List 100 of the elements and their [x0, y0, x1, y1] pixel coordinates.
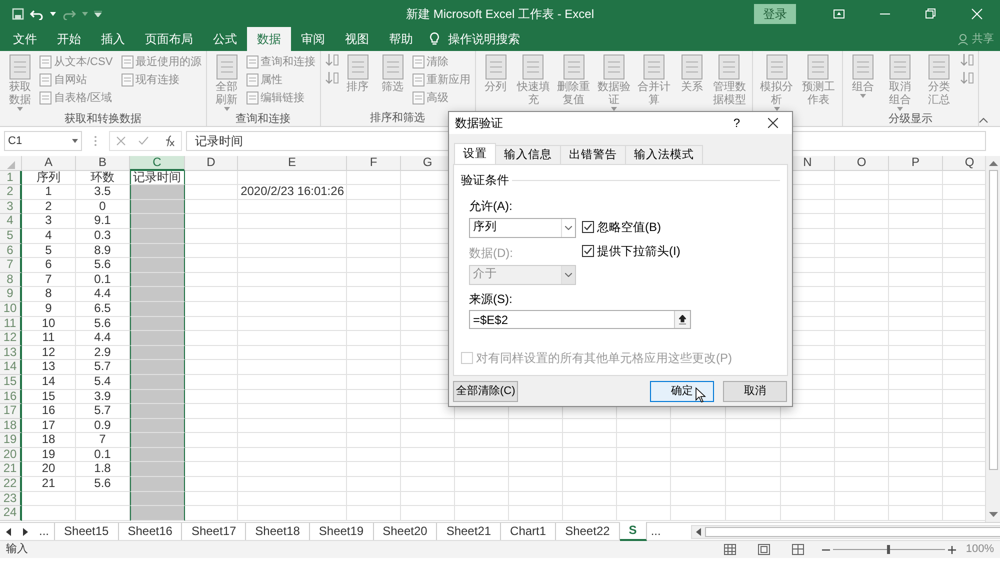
- ribbon-tab[interactable]: 开始: [47, 27, 91, 51]
- restore-icon[interactable]: [925, 8, 937, 20]
- sign-in-button[interactable]: 登录: [754, 4, 796, 24]
- scroll-down-icon[interactable]: [988, 512, 998, 518]
- row-header[interactable]: 5: [0, 228, 22, 244]
- ribbon-tab[interactable]: 页面布局: [135, 27, 203, 51]
- ribbon-button[interactable]: 现有连接: [120, 71, 202, 89]
- ribbon-button[interactable]: 删除重复值: [554, 53, 592, 107]
- ribbon-button[interactable]: 清除: [412, 53, 471, 71]
- row-header[interactable]: 12: [0, 331, 22, 346]
- column-header[interactable]: P: [889, 156, 943, 171]
- ribbon-tab[interactable]: 帮助: [379, 27, 423, 51]
- ribbon-button[interactable]: 自表格/区域: [39, 89, 113, 107]
- person-icon[interactable]: [958, 34, 969, 44]
- ribbon-button[interactable]: 编辑链接: [246, 89, 316, 107]
- row-header[interactable]: 23: [0, 492, 22, 506]
- column-header[interactable]: F: [347, 156, 401, 171]
- ribbon-tab[interactable]: 审阅: [291, 27, 335, 51]
- row-header[interactable]: 6: [0, 244, 22, 258]
- row-header[interactable]: 4: [0, 214, 22, 229]
- ribbon-button[interactable]: 最近使用的源: [120, 53, 202, 71]
- column-header[interactable]: Q: [943, 156, 985, 171]
- row-header[interactable]: 21: [0, 462, 22, 478]
- ribbon-tab[interactable]: 数据: [247, 27, 291, 51]
- range-select-button[interactable]: [674, 311, 690, 328]
- ribbon-button[interactable]: 合并计算: [636, 53, 673, 107]
- name-box[interactable]: C1: [4, 131, 82, 151]
- row-header[interactable]: 1: [0, 170, 22, 186]
- normal-view-icon[interactable]: [724, 544, 736, 555]
- sort-icon[interactable]: [324, 53, 339, 67]
- ribbon-button[interactable]: 关系: [676, 53, 708, 94]
- ribbon-button[interactable]: 全部刷新: [210, 53, 243, 111]
- slider-thumb[interactable]: [887, 545, 890, 554]
- ribbon-button[interactable]: 取消组合: [882, 53, 918, 111]
- checkbox[interactable]: [582, 245, 594, 257]
- ribbon-button[interactable]: 排序: [342, 53, 374, 94]
- ribbon-button[interactable]: 快速填充: [514, 53, 552, 107]
- sort-icon[interactable]: [960, 53, 974, 67]
- close-icon[interactable]: [768, 118, 778, 128]
- save-icon[interactable]: [12, 8, 24, 20]
- ribbon-tab[interactable]: 插入: [91, 27, 135, 51]
- ribbon-button[interactable]: 数据验证: [595, 53, 633, 111]
- more-sheets-button[interactable]: ...: [646, 523, 665, 540]
- page-break-icon[interactable]: [792, 544, 804, 555]
- row-header[interactable]: 9: [0, 287, 22, 302]
- checkbox[interactable]: [582, 221, 594, 233]
- row-header[interactable]: 11: [0, 316, 22, 332]
- dialog-button[interactable]: 全部清除(C): [453, 381, 518, 402]
- ribbon-button[interactable]: 组合: [846, 53, 879, 98]
- ribbon-tab[interactable]: 文件: [3, 27, 47, 51]
- customize-caret-icon[interactable]: [94, 10, 102, 16]
- row-header[interactable]: 8: [0, 272, 22, 288]
- row-header[interactable]: 2: [0, 185, 22, 200]
- input-field[interactable]: =$E$2: [469, 310, 691, 329]
- sort-icon[interactable]: [324, 71, 339, 85]
- row-header[interactable]: 16: [0, 390, 22, 404]
- ribbon-display-icon[interactable]: [833, 8, 845, 20]
- row-header[interactable]: 24: [0, 506, 22, 521]
- row-header[interactable]: 14: [0, 360, 22, 375]
- collapse-ribbon-icon[interactable]: [979, 117, 988, 123]
- ribbon-button[interactable]: 模拟分析: [757, 53, 796, 111]
- row-header[interactable]: 19: [0, 433, 22, 448]
- scroll-thumb[interactable]: [704, 526, 1000, 536]
- dialog-tab[interactable]: 输入法模式: [625, 145, 703, 164]
- row-header[interactable]: 3: [0, 200, 22, 214]
- sort-icon[interactable]: [960, 71, 974, 85]
- caret-icon[interactable]: [50, 12, 56, 16]
- column-header[interactable]: B: [76, 156, 130, 171]
- dialog-button[interactable]: 取消: [723, 381, 787, 402]
- row-header[interactable]: 7: [0, 258, 22, 273]
- share-button[interactable]: 共享: [972, 27, 994, 51]
- ribbon-button[interactable]: 获取数据: [4, 53, 36, 111]
- scroll-left-icon[interactable]: [6, 528, 11, 536]
- zoom-level[interactable]: 100%: [966, 541, 994, 558]
- row-header[interactable]: 15: [0, 374, 22, 390]
- scroll-thumb[interactable]: [988, 170, 998, 470]
- dialog-button[interactable]: 确定: [650, 381, 714, 402]
- ribbon-button[interactable]: 预测工作表: [798, 53, 838, 107]
- column-header[interactable]: O: [835, 156, 889, 171]
- row-header[interactable]: 22: [0, 477, 22, 492]
- undo-icon[interactable]: [30, 8, 44, 20]
- check-icon[interactable]: [138, 136, 149, 146]
- row-header[interactable]: 20: [0, 448, 22, 462]
- ribbon-button[interactable]: 高级: [412, 89, 471, 107]
- ribbon-button[interactable]: 自网站: [39, 71, 113, 89]
- help-button[interactable]: ?: [733, 114, 740, 132]
- sheet-tab[interactable]: S: [620, 522, 647, 541]
- ribbon-tab[interactable]: 公式: [203, 27, 247, 51]
- ribbon-button[interactable]: 筛选: [376, 53, 409, 94]
- column-header[interactable]: A: [22, 156, 76, 171]
- ribbon-button[interactable]: 重新应用: [412, 71, 471, 89]
- row-header[interactable]: 18: [0, 418, 22, 434]
- tell-me-search[interactable]: 操作说明搜索: [448, 27, 520, 51]
- row-header[interactable]: 13: [0, 346, 22, 360]
- ribbon-button[interactable]: 分列: [480, 53, 512, 94]
- scroll-left-icon[interactable]: [696, 528, 701, 536]
- dialog-tab[interactable]: 设置: [454, 143, 496, 164]
- column-header[interactable]: E: [238, 156, 347, 171]
- caret-icon[interactable]: [72, 139, 78, 143]
- ribbon-button[interactable]: 查询和连接: [246, 53, 316, 71]
